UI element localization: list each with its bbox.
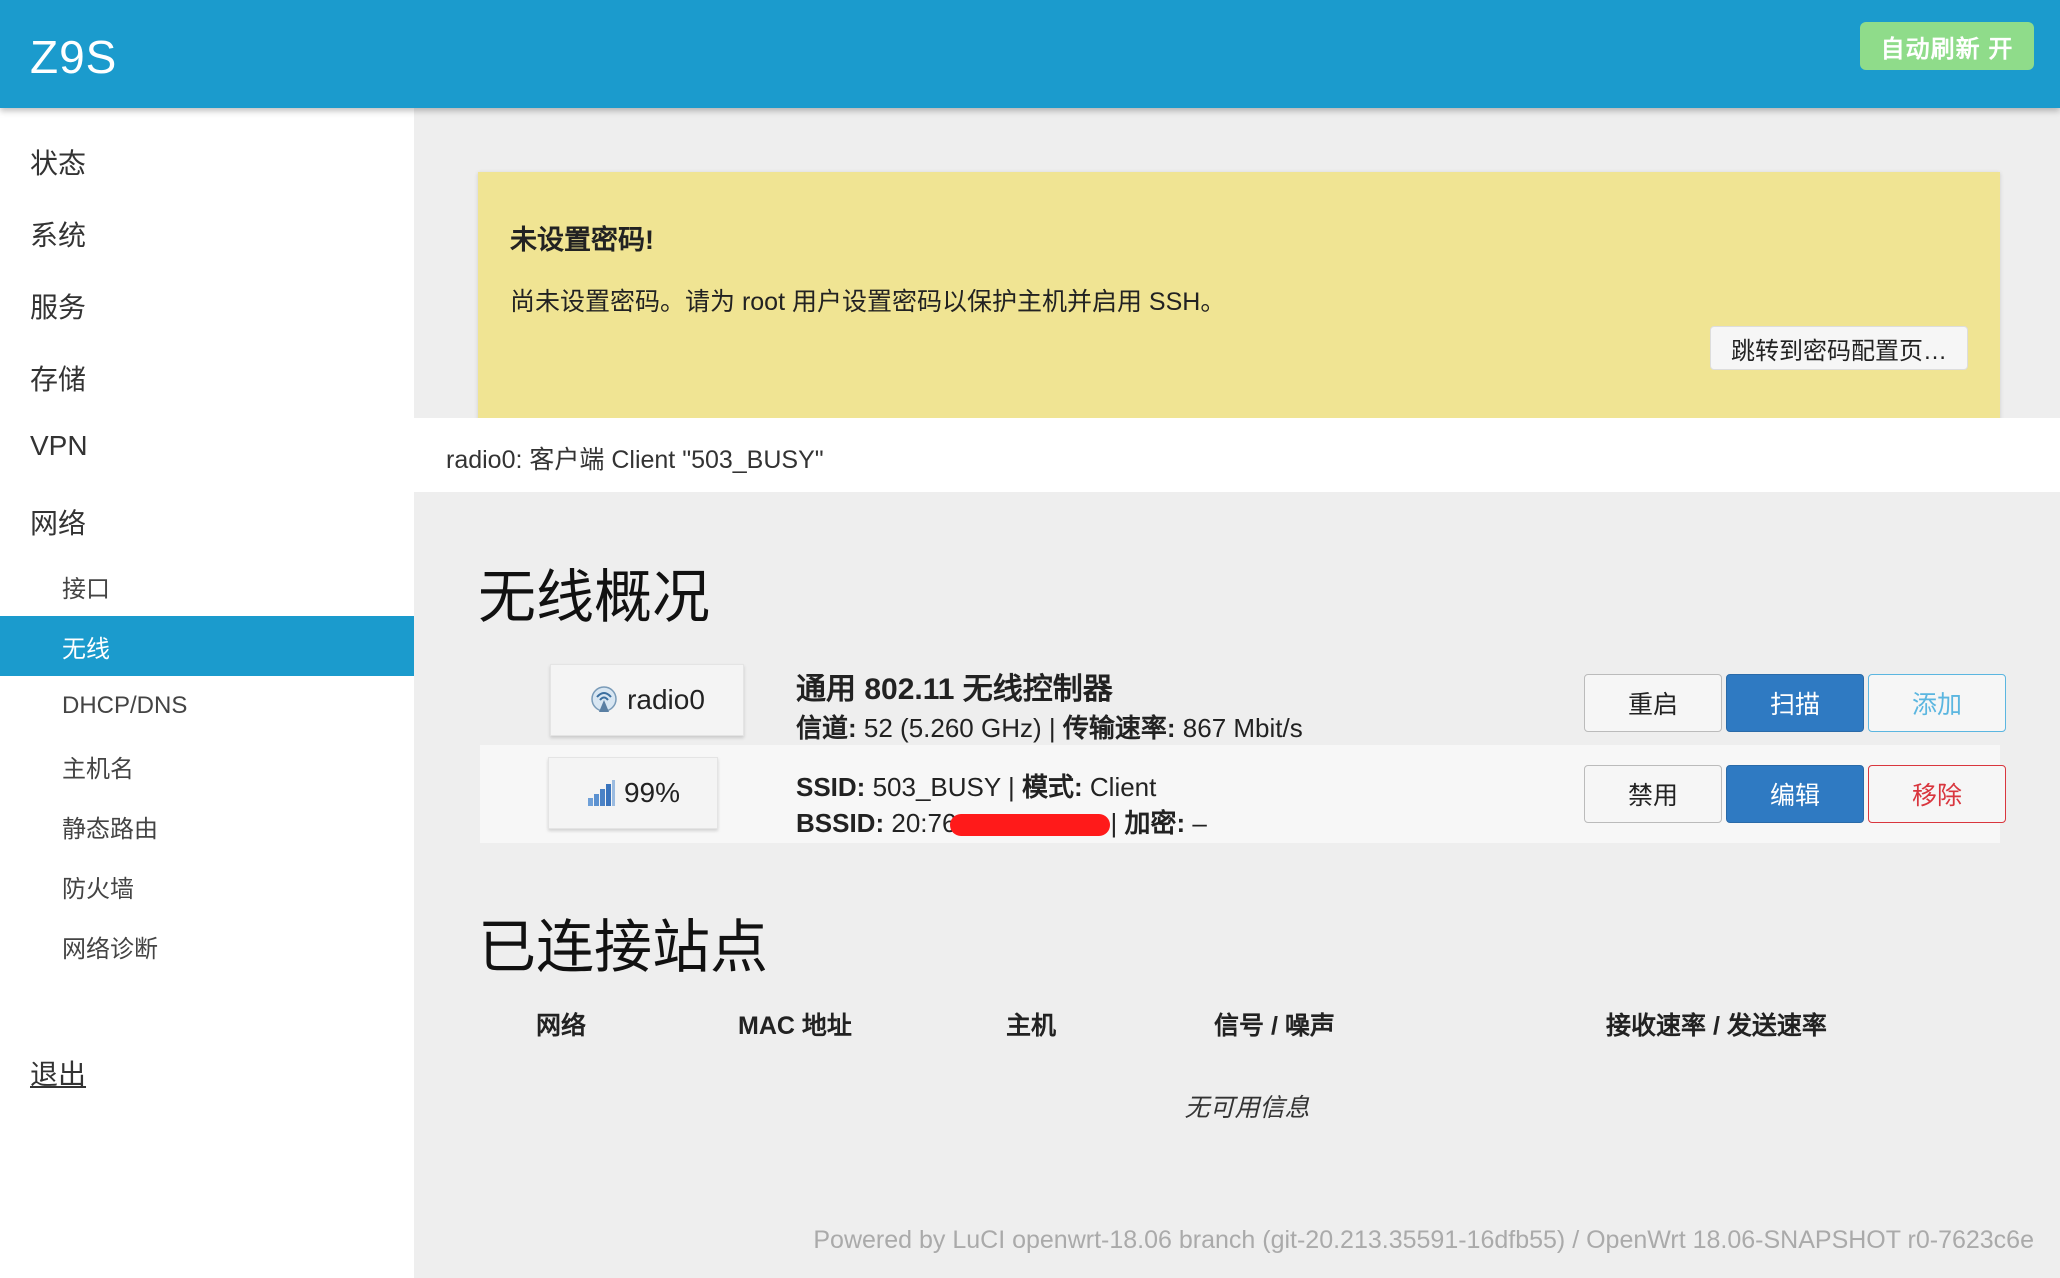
- bssid-encryption-info: BSSID: 20:76 | 加密: –: [796, 808, 1207, 838]
- signal-badge: 99%: [548, 757, 718, 829]
- sidebar-subitem-dhcp-dns[interactable]: DHCP/DNS: [0, 676, 414, 736]
- column-header-signal-noise: 信号 / 噪声: [1214, 1012, 1335, 1040]
- password-alert: 未设置密码! 尚未设置密码。请为 root 用户设置密码以保护主机并启用 SSH…: [478, 172, 2000, 420]
- add-button[interactable]: 添加: [1868, 674, 2006, 732]
- column-header-host: 主机: [1006, 1012, 1057, 1040]
- sidebar: 状态 系统 服务 存储 VPN 网络 接口 无线 DHCP/DNS 主机名 静态…: [0, 108, 414, 1278]
- network-row: 99% SSID: 503_BUSY | 模式: Client BSSID: 2…: [480, 745, 2006, 843]
- column-header-rx-tx-rate: 接收速率 / 发送速率: [1606, 1012, 1827, 1040]
- sidebar-item-system[interactable]: 系统: [30, 214, 86, 254]
- logout-link[interactable]: 退出: [30, 1053, 86, 1093]
- sidebar-item-status[interactable]: 状态: [30, 142, 86, 182]
- redaction-mark: [950, 814, 1111, 837]
- sidebar-subitem-hostnames[interactable]: 主机名: [0, 736, 414, 796]
- no-data-message: 无可用信息: [1184, 1094, 1310, 1122]
- footer-text: Powered by LuCI openwrt-18.06 branch (gi…: [813, 1226, 2034, 1254]
- sidebar-subitem-interfaces[interactable]: 接口: [0, 556, 414, 616]
- auto-refresh-button[interactable]: 自动刷新 开: [1860, 22, 2034, 70]
- signal-percent-label: 99%: [623, 777, 681, 808]
- radio-badge: radio0: [550, 664, 744, 736]
- sidebar-item-services[interactable]: 服务: [30, 286, 86, 326]
- ssid-mode-info: SSID: 503_BUSY | 模式: Client: [796, 772, 1157, 802]
- column-header-network: 网络: [536, 1012, 587, 1040]
- signal-bars-icon: [586, 778, 616, 808]
- radio-channel-info: 信道: 52 (5.260 GHz) | 传输速率: 867 Mbit/s: [796, 713, 1303, 743]
- edit-button[interactable]: 编辑: [1726, 765, 1864, 823]
- radio-badge-label: radio0: [627, 684, 705, 715]
- remove-button[interactable]: 移除: [1868, 765, 2006, 823]
- connected-stations-title: 已连接站点: [478, 915, 769, 980]
- sidebar-subitem-diagnostics[interactable]: 网络诊断: [0, 916, 414, 976]
- sidebar-subitem-firewall[interactable]: 防火墙: [0, 856, 414, 916]
- goto-password-button[interactable]: 跳转到密码配置页…: [1710, 326, 1968, 370]
- main-content: 未设置密码! 尚未设置密码。请为 root 用户设置密码以保护主机并启用 SSH…: [414, 108, 2060, 1278]
- alert-title: 未设置密码!: [510, 225, 654, 255]
- wifi-radio-icon: [589, 685, 619, 715]
- brand-title[interactable]: Z9S: [30, 30, 117, 84]
- sidebar-subitem-static-routes[interactable]: 静态路由: [0, 796, 414, 856]
- radio-controller-title: 通用 802.11 无线控制器: [796, 673, 1113, 706]
- sidebar-item-storage[interactable]: 存储: [30, 358, 86, 398]
- sidebar-item-vpn[interactable]: VPN: [30, 430, 88, 462]
- sidebar-item-network[interactable]: 网络: [30, 502, 86, 542]
- alert-text: 尚未设置密码。请为 root 用户设置密码以保护主机并启用 SSH。: [510, 288, 1226, 316]
- disable-button[interactable]: 禁用: [1584, 765, 1722, 823]
- wireless-overview-title: 无线概况: [478, 565, 711, 630]
- sidebar-subitem-wireless[interactable]: 无线: [0, 616, 414, 676]
- restart-button[interactable]: 重启: [1584, 674, 1722, 732]
- column-header-mac: MAC 地址: [738, 1012, 852, 1040]
- notice-text: radio0: 客户端 Client "503_BUSY": [446, 446, 824, 474]
- notice-bar: radio0: 客户端 Client "503_BUSY": [414, 418, 2060, 492]
- scan-button[interactable]: 扫描: [1726, 674, 1864, 732]
- top-header: Z9S 自动刷新 开: [0, 0, 2060, 108]
